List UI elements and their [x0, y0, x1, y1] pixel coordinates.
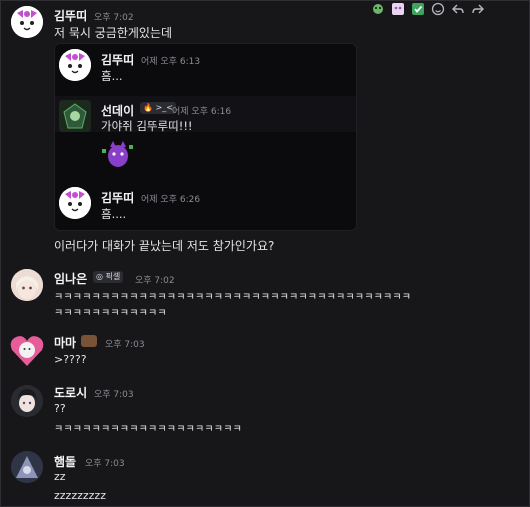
sticker-icon[interactable]	[391, 1, 405, 15]
timestamp: 오후 7:02	[94, 13, 134, 23]
avatar-kimddutti[interactable]	[59, 49, 91, 81]
message-text: 흠...	[101, 69, 123, 83]
message-line: ㅋㅋㅋㅋㅋㅋㅋㅋㅋㅋㅋㅋ	[54, 308, 167, 319]
add-reaction-icon[interactable]	[431, 1, 445, 16]
avatar-hamdol[interactable]	[11, 451, 43, 483]
sticker-image	[101, 137, 135, 171]
reply-icon[interactable]	[451, 1, 465, 15]
avatar-sunday[interactable]	[59, 100, 91, 132]
message-line: ㅋㅋㅋㅋㅋㅋㅋㅋㅋㅋㅋㅋㅋㅋㅋㅋㅋㅋㅋㅋㅋㅋㅋㅋㅋㅋㅋㅋㅋㅋㅋㅋㅋㅋㅋㅋㅋㅋ	[54, 292, 412, 303]
author-name[interactable]: 김뚜띠	[101, 189, 134, 206]
timestamp: 오후 7:03	[85, 459, 125, 469]
message-text: 이러다가 대화가 끝났는데 저도 참가인가요?	[54, 239, 275, 253]
author-name[interactable]: 김뚜띠	[54, 7, 87, 24]
timestamp: 어제 오후 6:13	[141, 57, 201, 67]
message-line: zz	[54, 470, 66, 483]
author-name[interactable]: 김뚜띠	[101, 51, 134, 68]
message-line: zzzzzzzzz	[54, 489, 106, 502]
author-name[interactable]: 마마	[54, 334, 76, 351]
avatar-kimddutti[interactable]	[59, 187, 91, 219]
message-text: 흠....	[101, 207, 127, 221]
author-name[interactable]: 햄돌	[54, 453, 76, 470]
react-emoji-icon[interactable]	[371, 1, 385, 15]
avatar-kimddutti[interactable]	[11, 6, 43, 38]
author-name[interactable]: 도로시	[54, 384, 87, 401]
author-name[interactable]: 임나은	[54, 270, 87, 287]
timestamp: 어제 오후 6:26	[141, 195, 201, 205]
message-text: >????	[54, 353, 87, 366]
message-action-toolbar	[371, 1, 485, 16]
author-name[interactable]: 선데이	[101, 102, 134, 119]
message-line: ㅋㅋㅋㅋㅋㅋㅋㅋㅋㅋㅋㅋㅋㅋㅋㅋㅋㅋㅋㅋ	[54, 424, 242, 435]
timestamp: 오후 7:03	[105, 340, 145, 350]
role-badge: 🔥 >_<	[140, 102, 176, 114]
message-text: 저 묵시 궁금한게있는데	[54, 26, 173, 40]
chat-window: 김뚜띠 오후 7:02 저 묵시 궁금한게있는데 김뚜띠 어제 오후 6:13 …	[0, 0, 530, 507]
avatar-imnaeun[interactable]	[11, 269, 43, 301]
timestamp: 오후 7:02	[135, 276, 175, 286]
timestamp: 어제 오후 6:16	[172, 107, 232, 117]
message-line: ??	[54, 402, 66, 415]
timestamp: 오후 7:03	[94, 390, 134, 400]
role-badge-icon	[81, 335, 97, 347]
message-text: 가야쥐 김뚜루띠!!!	[101, 119, 193, 133]
forwarded-messages-embed[interactable]: 김뚜띠 어제 오후 6:13 흠... 선데이 🔥 >_< 어제 오후 6:16…	[54, 43, 357, 231]
avatar-dorothy[interactable]	[11, 385, 43, 417]
role-badge: ◎ 픽셀	[93, 271, 124, 283]
checkmark-icon[interactable]	[411, 1, 425, 15]
avatar-mama[interactable]	[9, 332, 45, 368]
forward-icon[interactable]	[471, 1, 485, 15]
